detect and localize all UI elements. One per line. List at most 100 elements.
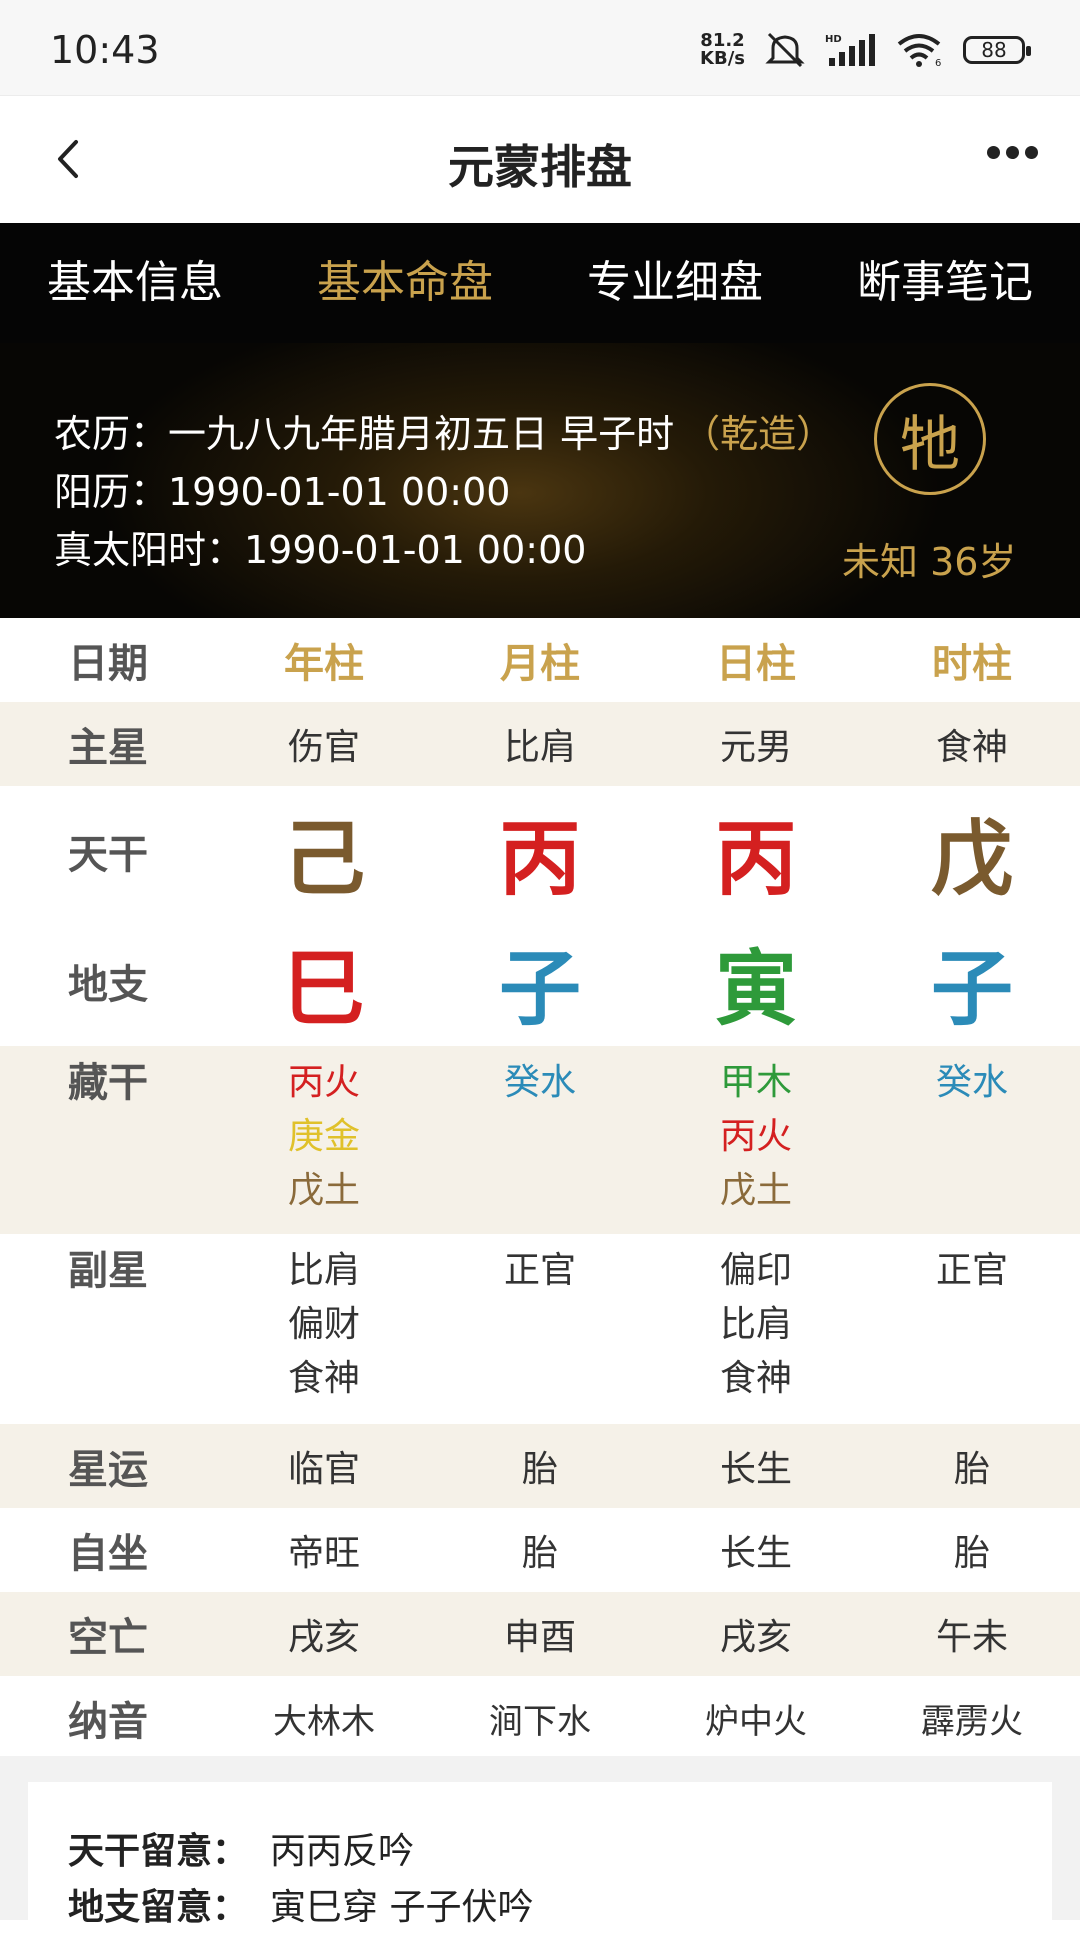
- stem-cell: 丙: [714, 811, 797, 907]
- seal-character: 牠: [900, 409, 960, 480]
- battery-level: 88: [981, 38, 1007, 62]
- row-label: 天干: [68, 832, 148, 878]
- branch-cell: 子: [930, 941, 1013, 1037]
- table-cell: 涧下水: [489, 1701, 591, 1742]
- table-cell: 胎: [521, 1449, 558, 1490]
- table-cell: 比肩: [503, 727, 576, 768]
- svg-text:6: 6: [935, 58, 941, 68]
- branch-cell: 寅: [714, 941, 797, 1037]
- sub-star-item: 食神: [287, 1358, 360, 1399]
- table-row-self-seat: 自坐 帝旺 胎 长生 胎: [0, 1508, 1080, 1592]
- hidden-stem-cell: 甲木 丙火 戊土: [648, 1056, 864, 1234]
- row-label: 星运: [68, 1447, 148, 1493]
- nav-bar: 元蒙排盘: [0, 95, 1080, 224]
- sub-star-item: 正官: [503, 1250, 576, 1291]
- table-cell: 申酉: [503, 1617, 576, 1658]
- gender-tag: （乾造）: [682, 412, 835, 456]
- hidden-stem-item: 甲木: [719, 1062, 792, 1103]
- svg-text:HD: HD: [825, 34, 842, 45]
- sub-star-item: 偏财: [287, 1304, 360, 1345]
- branch-note-label: 地支留意：: [68, 1887, 249, 1928]
- more-dots-icon[interactable]: [987, 146, 1038, 159]
- hidden-stem-cell: 丙火 庚金 戊土: [216, 1056, 432, 1234]
- hidden-stem-item: 戊土: [719, 1170, 792, 1211]
- sub-star-item: 正官: [935, 1250, 1008, 1291]
- table-row-void: 空亡 戌亥 申酉 戌亥 午未: [0, 1592, 1080, 1676]
- row-label: 自坐: [68, 1531, 148, 1577]
- table-cell: 帝旺: [287, 1533, 360, 1574]
- hidden-stem-cell: 癸水: [432, 1056, 648, 1234]
- tab-bar: 基本信息 基本命盘 专业细盘 断事笔记: [0, 223, 1080, 343]
- sub-star-cell: 比肩 偏财 食神: [216, 1244, 432, 1424]
- sub-star-item: 食神: [719, 1358, 792, 1399]
- lunar-date-line: 农历：一九八九年腊月初五日 早子时 （乾造）: [54, 403, 834, 458]
- sub-star-item: 偏印: [719, 1250, 792, 1291]
- table-row-sub-star: 副星 比肩 偏财 食神 正官 偏印 比肩 食神 正官: [0, 1234, 1080, 1424]
- stem-note: 天干留意： 丙丙反吟: [68, 1822, 414, 1874]
- stem-cell: 戊: [930, 811, 1013, 907]
- sub-star-cell: 正官: [864, 1244, 1080, 1424]
- table-cell: 戌亥: [719, 1617, 792, 1658]
- table-cell: 大林木: [273, 1701, 375, 1742]
- hidden-stem-item: 丙火: [719, 1116, 792, 1157]
- branch-note-value: 寅巳穿 子子伏吟: [270, 1887, 534, 1928]
- hidden-stem-item: 戊土: [287, 1170, 360, 1211]
- hidden-stem-item: 癸水: [503, 1062, 576, 1103]
- tab-pro-chart[interactable]: 专业细盘: [540, 223, 810, 343]
- row-label: 纳音: [68, 1699, 148, 1745]
- header-month-pillar: 月柱: [500, 641, 580, 687]
- table-cell: 长生: [719, 1533, 792, 1574]
- table-header-row: 日期 年柱 月柱 日柱 时柱: [0, 618, 1080, 702]
- header-year-pillar: 年柱: [284, 641, 364, 687]
- sub-star-cell: 偏印 比肩 食神: [648, 1244, 864, 1424]
- status-bar: 10:43 81.2 KB/s HD 6 88: [0, 0, 1080, 95]
- table-cell: 元男: [719, 727, 792, 768]
- notes-card: 天干留意： 丙丙反吟 地支留意： 寅巳穿 子子伏吟: [28, 1782, 1052, 1942]
- table-cell: 胎: [953, 1533, 990, 1574]
- row-label: 地支: [68, 962, 148, 1008]
- table-cell: 午未: [935, 1617, 1008, 1658]
- network-speed-unit: KB/s: [700, 48, 745, 69]
- status-time: 10:43: [50, 28, 160, 72]
- stem-note-label: 天干留意：: [68, 1831, 249, 1872]
- stem-cell: 己: [282, 811, 365, 907]
- lunar-date: 农历：一九八九年腊月初五日 早子时: [54, 412, 675, 456]
- row-label: 副星: [68, 1248, 148, 1294]
- table-row-earth-branch: 地支 巳 子 寅 子: [0, 916, 1080, 1046]
- table-cell: 霹雳火: [921, 1701, 1023, 1742]
- table-row-heaven-stem: 天干 己 丙 丙 戊: [0, 786, 1080, 916]
- header-hour-pillar: 时柱: [932, 641, 1012, 687]
- sub-star-item: 比肩: [287, 1250, 360, 1291]
- hidden-stem-cell: 癸水: [864, 1056, 1080, 1234]
- table-row-star-luck: 星运 临官 胎 长生 胎: [0, 1424, 1080, 1508]
- hd-signal-icon: HD: [825, 34, 875, 66]
- table-cell: 戌亥: [287, 1617, 360, 1658]
- row-label: 藏干: [68, 1060, 148, 1106]
- table-cell: 胎: [521, 1533, 558, 1574]
- status-icons: 81.2 KB/s HD 6 88: [700, 30, 1031, 70]
- header-day-pillar: 日柱: [716, 641, 796, 687]
- zodiac-age: 未知 36岁: [842, 540, 1017, 584]
- hidden-stem-item: 癸水: [935, 1062, 1008, 1103]
- tab-basic-info[interactable]: 基本信息: [0, 223, 270, 343]
- tab-basic-chart[interactable]: 基本命盘: [270, 223, 540, 343]
- bazi-table: 日期 年柱 月柱 日柱 时柱 主星 伤官 比肩 元男 食神 天干 己 丙 丙 戊…: [0, 618, 1080, 1760]
- stem-cell: 丙: [498, 811, 581, 907]
- table-cell: 炉中火: [705, 1701, 807, 1742]
- table-cell: 长生: [719, 1449, 792, 1490]
- sub-star-item: 比肩: [719, 1304, 792, 1345]
- true-solar-time: 真太阳时：1990-01-01 00:00: [54, 528, 587, 572]
- hidden-stem-item: 庚金: [287, 1116, 360, 1157]
- table-cell: 食神: [935, 727, 1008, 768]
- tab-notes[interactable]: 断事笔记: [810, 223, 1080, 343]
- wifi-icon: 6: [897, 34, 941, 68]
- header-date: 日期: [68, 641, 148, 687]
- zodiac-seal-icon: 牠: [874, 383, 986, 495]
- battery-icon: 88: [963, 36, 1031, 64]
- solar-date: 阳历：1990-01-01 00:00: [54, 470, 511, 514]
- branch-cell: 子: [498, 941, 581, 1037]
- sub-star-cell: 正官: [432, 1244, 648, 1424]
- row-label: 空亡: [68, 1615, 148, 1661]
- hidden-stem-item: 丙火: [287, 1062, 360, 1103]
- table-row-main-star: 主星 伤官 比肩 元男 食神: [0, 702, 1080, 786]
